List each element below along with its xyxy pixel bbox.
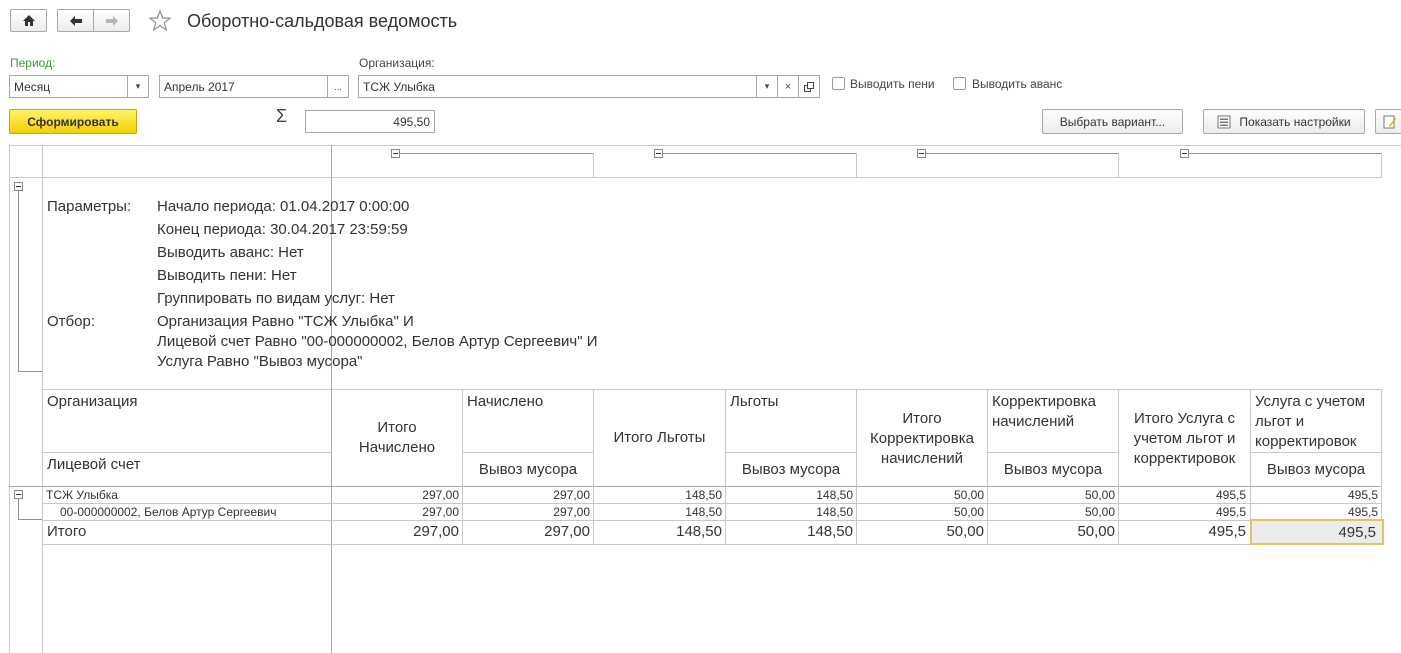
period-value-field[interactable]: Апрель 2017 ... — [159, 75, 349, 98]
clear-icon[interactable]: × — [777, 76, 798, 97]
period-type-select[interactable]: Месяц ▾ — [9, 75, 149, 98]
header-benefits: Льготы — [730, 393, 779, 410]
param-line: Конец периода: 30.04.2017 23:59:59 — [157, 221, 408, 238]
cell: 297,00 — [413, 523, 459, 540]
show-settings-label: Показать настройки — [1239, 114, 1351, 129]
home-icon — [22, 15, 35, 26]
cell: 148,50 — [676, 523, 722, 540]
open-icon[interactable] — [798, 76, 819, 97]
edit-report-button[interactable] — [1375, 109, 1401, 134]
filter-label: Отбор: — [47, 313, 95, 330]
advance-label: Выводить аванс — [972, 77, 1063, 91]
back-button[interactable] — [57, 9, 94, 32]
selected-cell[interactable]: 495,5 — [1250, 519, 1384, 545]
cell: 50,00 — [953, 505, 984, 519]
cell: 148,50 — [807, 523, 853, 540]
cell: 495,5 — [1347, 505, 1378, 519]
period-select-button[interactable]: ... — [327, 76, 348, 97]
penalty-checkbox[interactable] — [832, 77, 845, 90]
sum-field[interactable]: 495,50 — [305, 110, 435, 133]
header-total-service: Итого Услуга с учетом льгот и корректиро… — [1133, 410, 1236, 467]
cell: 297,00 — [422, 505, 459, 519]
param-line: Начало периода: 01.04.2017 0:00:00 — [157, 198, 410, 215]
header-accrued-garbage: Вывоз мусора — [478, 461, 578, 478]
period-value: Апрель 2017 — [164, 79, 235, 94]
period-label: Период: — [10, 56, 56, 70]
header-service-garbage: Вывоз мусора — [1266, 461, 1366, 478]
favorite-star-icon[interactable] — [148, 9, 172, 36]
total-label: Итого — [47, 523, 87, 540]
collapse-org-group[interactable] — [14, 490, 23, 499]
cell: 148,50 — [685, 505, 722, 519]
cell: 50,00 — [1077, 523, 1115, 540]
chevron-down-icon[interactable]: ▾ — [756, 76, 777, 97]
period-type-value: Месяц — [14, 79, 51, 94]
show-settings-button[interactable]: Показать настройки — [1203, 109, 1365, 134]
param-line: Выводить аванс: Нет — [157, 244, 304, 261]
filter-line: Услуга Равно "Вывоз мусора" — [157, 353, 363, 370]
param-line: Группировать по видам услуг: Нет — [157, 290, 395, 307]
param-line: Выводить пени: Нет — [157, 267, 297, 284]
cell: 297,00 — [422, 488, 459, 502]
row-name: 00-000000002, Белов Артур Сергеевич — [60, 505, 277, 519]
ellipsis-icon: ... — [334, 81, 342, 92]
header-accrued: Начислено — [467, 393, 544, 410]
header-service: Услуга с учетом льгот и корректировок — [1255, 393, 1366, 450]
cell: 50,00 — [946, 523, 984, 540]
params-label: Параметры: — [47, 198, 132, 215]
cell: 297,00 — [544, 523, 590, 540]
header-organization: Организация — [47, 393, 138, 410]
cell: 495,5 — [1215, 488, 1246, 502]
filter-line: Лицевой счет Равно "00-000000002, Белов … — [157, 333, 598, 350]
selected-cell-value: 495,5 — [1338, 524, 1376, 541]
collapse-col-group-2[interactable] — [654, 149, 663, 158]
table-row[interactable]: ТСЖ Улыбка 297,00 297,00 148,50 148,50 5… — [42, 487, 1381, 503]
organization-value: ТСЖ Улыбка — [363, 79, 435, 94]
sigma-icon: Σ — [276, 106, 288, 126]
clear-glyph: × — [784, 80, 792, 93]
cell: 50,00 — [953, 488, 984, 502]
header-adjust: Корректировка начислений — [992, 393, 1096, 430]
cell: 297,00 — [553, 488, 590, 502]
select-variant-button[interactable]: Выбрать вариант... — [1042, 109, 1183, 134]
page-title: Оборотно-сальдовая ведомость — [187, 11, 458, 31]
sum-value: 495,50 — [393, 114, 430, 129]
header-benefits-garbage: Вывоз мусора — [741, 461, 841, 478]
cell: 148,50 — [816, 488, 853, 502]
organization-field[interactable]: ТСЖ Улыбка ▾ × — [358, 75, 820, 98]
header-total-adjust: Итого Корректировка начислений — [870, 410, 974, 467]
cell: 50,00 — [1084, 488, 1115, 502]
cell: 495,5 — [1347, 488, 1378, 502]
edit-icon — [1383, 115, 1396, 128]
arrow-left-icon — [69, 15, 82, 26]
cell: 297,00 — [553, 505, 590, 519]
header-total-benefits: Итого Льготы — [613, 429, 706, 446]
advance-checkbox[interactable] — [953, 77, 966, 90]
total-row[interactable]: Итого 297,00 297,00 148,50 148,50 50,00 … — [42, 521, 1381, 544]
chevron-down-icon[interactable]: ▾ — [127, 76, 148, 97]
generate-button[interactable]: Сформировать — [9, 109, 137, 134]
penalty-label: Выводить пени — [850, 77, 935, 91]
cell: 148,50 — [816, 505, 853, 519]
arrow-right-icon — [105, 15, 118, 26]
cell: 495,5 — [1208, 523, 1246, 540]
collapse-params-group[interactable] — [14, 182, 23, 191]
settings-icon — [1217, 115, 1231, 128]
row-name: ТСЖ Улыбка — [46, 488, 118, 502]
cell: 50,00 — [1084, 505, 1115, 519]
forward-button[interactable] — [93, 9, 130, 32]
home-button[interactable] — [10, 9, 47, 32]
collapse-col-group-4[interactable] — [1180, 149, 1189, 158]
filter-line: Организация Равно "ТСЖ Улыбка" И — [157, 313, 414, 330]
collapse-col-group-1[interactable] — [391, 149, 400, 158]
cell: 148,50 — [685, 488, 722, 502]
header-account: Лицевой счет — [47, 456, 141, 473]
header-total-accrued: Итого Начислено — [358, 419, 436, 456]
organization-label: Организация: — [359, 56, 435, 70]
collapse-col-group-3[interactable] — [917, 149, 926, 158]
cell: 495,5 — [1215, 505, 1246, 519]
table-row[interactable]: 00-000000002, Белов Артур Сергеевич 297,… — [42, 504, 1381, 520]
header-adjust-garbage: Вывоз мусора — [1003, 461, 1103, 478]
